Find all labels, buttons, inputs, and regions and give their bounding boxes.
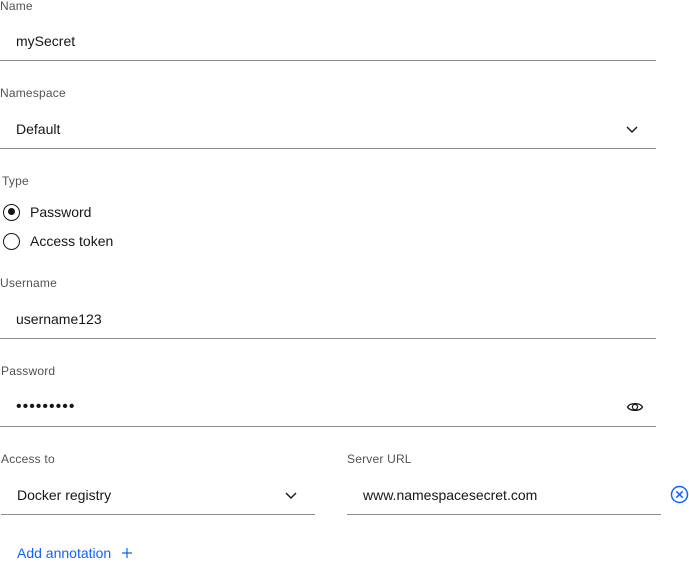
username-input[interactable]: username123: [0, 299, 656, 339]
type-label: Type: [2, 174, 29, 188]
password-input[interactable]: •••••••••: [0, 387, 656, 427]
eye-icon[interactable]: [626, 398, 644, 416]
name-input[interactable]: mySecret: [0, 21, 656, 61]
access-to-selected-value: Docker registry: [17, 487, 112, 503]
add-annotation-label: Add annotation: [17, 545, 112, 561]
server-url-label: Server URL: [347, 452, 412, 466]
name-label: Name: [0, 0, 33, 13]
chevron-down-icon: [285, 492, 297, 499]
username-input-value: username123: [16, 311, 102, 327]
radio-password[interactable]: Password: [3, 202, 91, 222]
name-input-value: mySecret: [16, 33, 76, 49]
password-masked-value: •••••••••: [16, 398, 76, 415]
radio-checked-indicator: [3, 203, 20, 221]
radio-unchecked-indicator: [3, 232, 20, 250]
chevron-down-icon: [626, 126, 638, 133]
add-annotation-link[interactable]: Add annotation: [17, 544, 133, 562]
close-circle-icon[interactable]: [670, 485, 689, 504]
server-url-input-value: www.namespacesecret.com: [363, 487, 538, 503]
namespace-selected-value: Default: [16, 121, 61, 137]
radio-password-label: Password: [30, 204, 92, 220]
namespace-label: Namespace: [0, 86, 66, 100]
access-to-label: Access to: [1, 452, 55, 466]
radio-access-token[interactable]: Access token: [3, 231, 113, 251]
radio-access-token-label: Access token: [30, 233, 114, 249]
namespace-dropdown[interactable]: Default: [0, 109, 656, 149]
plus-icon: [122, 548, 133, 558]
server-url-input[interactable]: www.namespacesecret.com: [347, 475, 661, 515]
password-label: Password: [1, 364, 56, 378]
access-to-dropdown[interactable]: Docker registry: [1, 475, 315, 515]
username-label: Username: [0, 276, 57, 290]
